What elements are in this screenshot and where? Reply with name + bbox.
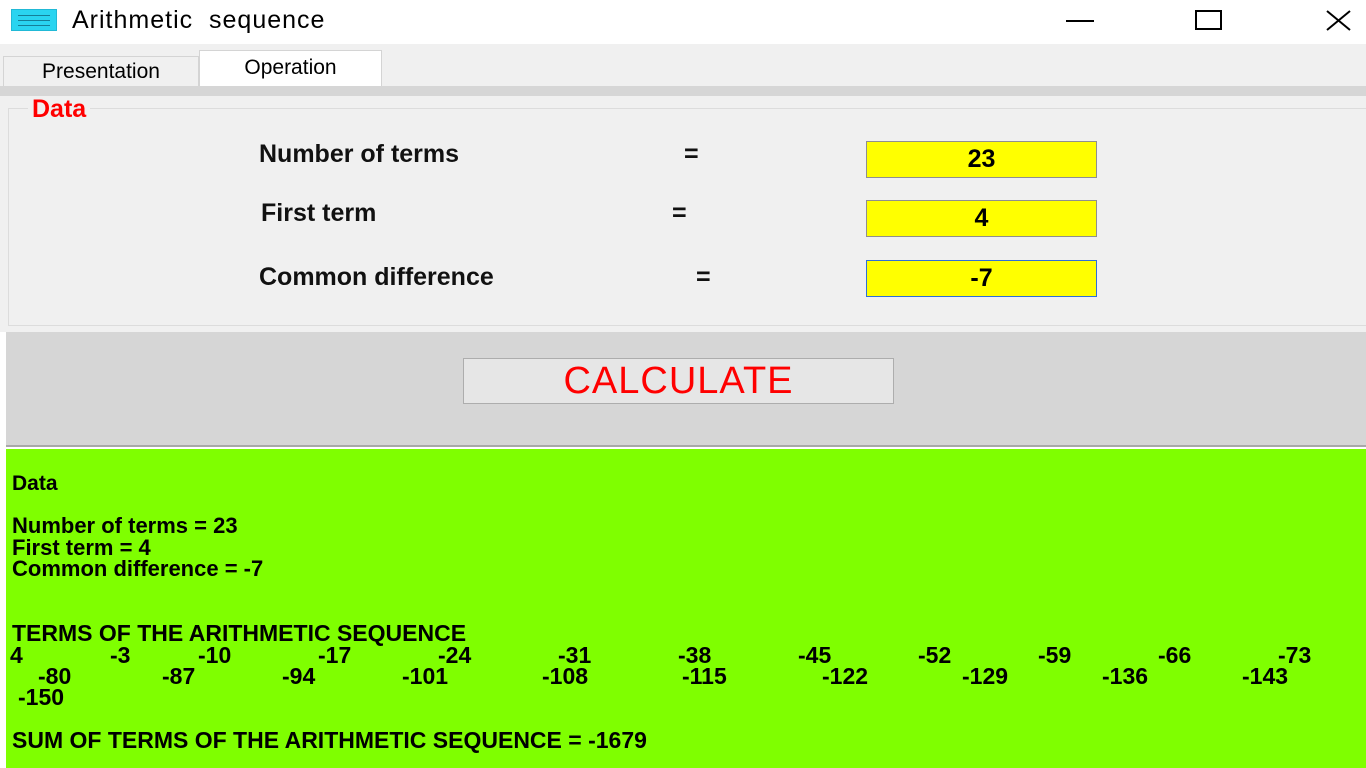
term: -108 (542, 663, 589, 689)
term: -143 (1242, 663, 1289, 689)
common-difference-input[interactable] (866, 260, 1097, 297)
number-of-terms-equals: = (684, 140, 699, 168)
calculate-panel: CALCULATE (6, 332, 1366, 447)
common-difference-label: Common difference (259, 263, 494, 291)
calculate-button[interactable]: CALCULATE (463, 358, 894, 404)
first-term-input[interactable] (866, 200, 1097, 237)
results-panel: Data Number of terms = 23 First term = 4… (6, 449, 1366, 768)
results-data-heading: Data (12, 472, 58, 495)
term: -66 (1158, 642, 1192, 668)
tab-divider (0, 86, 1366, 96)
data-group-legend: Data (28, 96, 91, 122)
minimize-icon (1066, 20, 1094, 22)
term: -129 (962, 663, 1009, 689)
term: -17 (318, 642, 352, 668)
results-number-of-terms: Number of terms = 23 (12, 513, 238, 538)
term: -3 (110, 642, 131, 668)
first-term-label: First term (261, 199, 377, 227)
title-bar[interactable]: Arithmetic sequence (0, 0, 1366, 44)
terms-row-2: -80 -87 -94 -101 -108 -115 -122 -129 -13… (6, 663, 1366, 689)
minimize-button[interactable] (1048, 0, 1112, 44)
tab-operation[interactable]: Operation (199, 50, 382, 88)
maximize-icon (1195, 10, 1222, 30)
term: -122 (822, 663, 869, 689)
term: -101 (402, 663, 449, 689)
first-term-equals: = (672, 199, 687, 227)
data-panel: Data Number of terms = First term = Comm… (0, 96, 1366, 332)
number-of-terms-input[interactable] (866, 141, 1097, 178)
results-common-difference: Common difference = -7 (12, 556, 264, 581)
app-icon (11, 9, 57, 31)
term: -87 (162, 663, 196, 689)
app-window: Arithmetic sequence Presentation Operati… (0, 0, 1366, 768)
tab-strip: Presentation Operation (0, 44, 1366, 88)
term: 4 (10, 642, 23, 668)
term: -59 (1038, 642, 1072, 668)
tab-presentation[interactable]: Presentation (3, 56, 199, 86)
number-of-terms-label: Number of terms (259, 140, 460, 168)
maximize-button[interactable] (1177, 0, 1241, 44)
term: -136 (1102, 663, 1149, 689)
close-icon (1326, 10, 1351, 31)
term: -115 (682, 663, 727, 689)
window-title: Arithmetic sequence (72, 6, 326, 34)
term: -150 (18, 684, 65, 710)
common-difference-equals: = (696, 263, 711, 291)
terms-heading: TERMS OF THE ARITHMETIC SEQUENCE (12, 620, 467, 646)
sum-of-terms: SUM OF TERMS OF THE ARITHMETIC SEQUENCE … (12, 727, 647, 753)
close-button[interactable] (1306, 0, 1366, 44)
term: -10 (198, 642, 232, 668)
term: -52 (918, 642, 952, 668)
term: -94 (282, 663, 316, 689)
terms-row-3: -150 (6, 684, 1366, 710)
